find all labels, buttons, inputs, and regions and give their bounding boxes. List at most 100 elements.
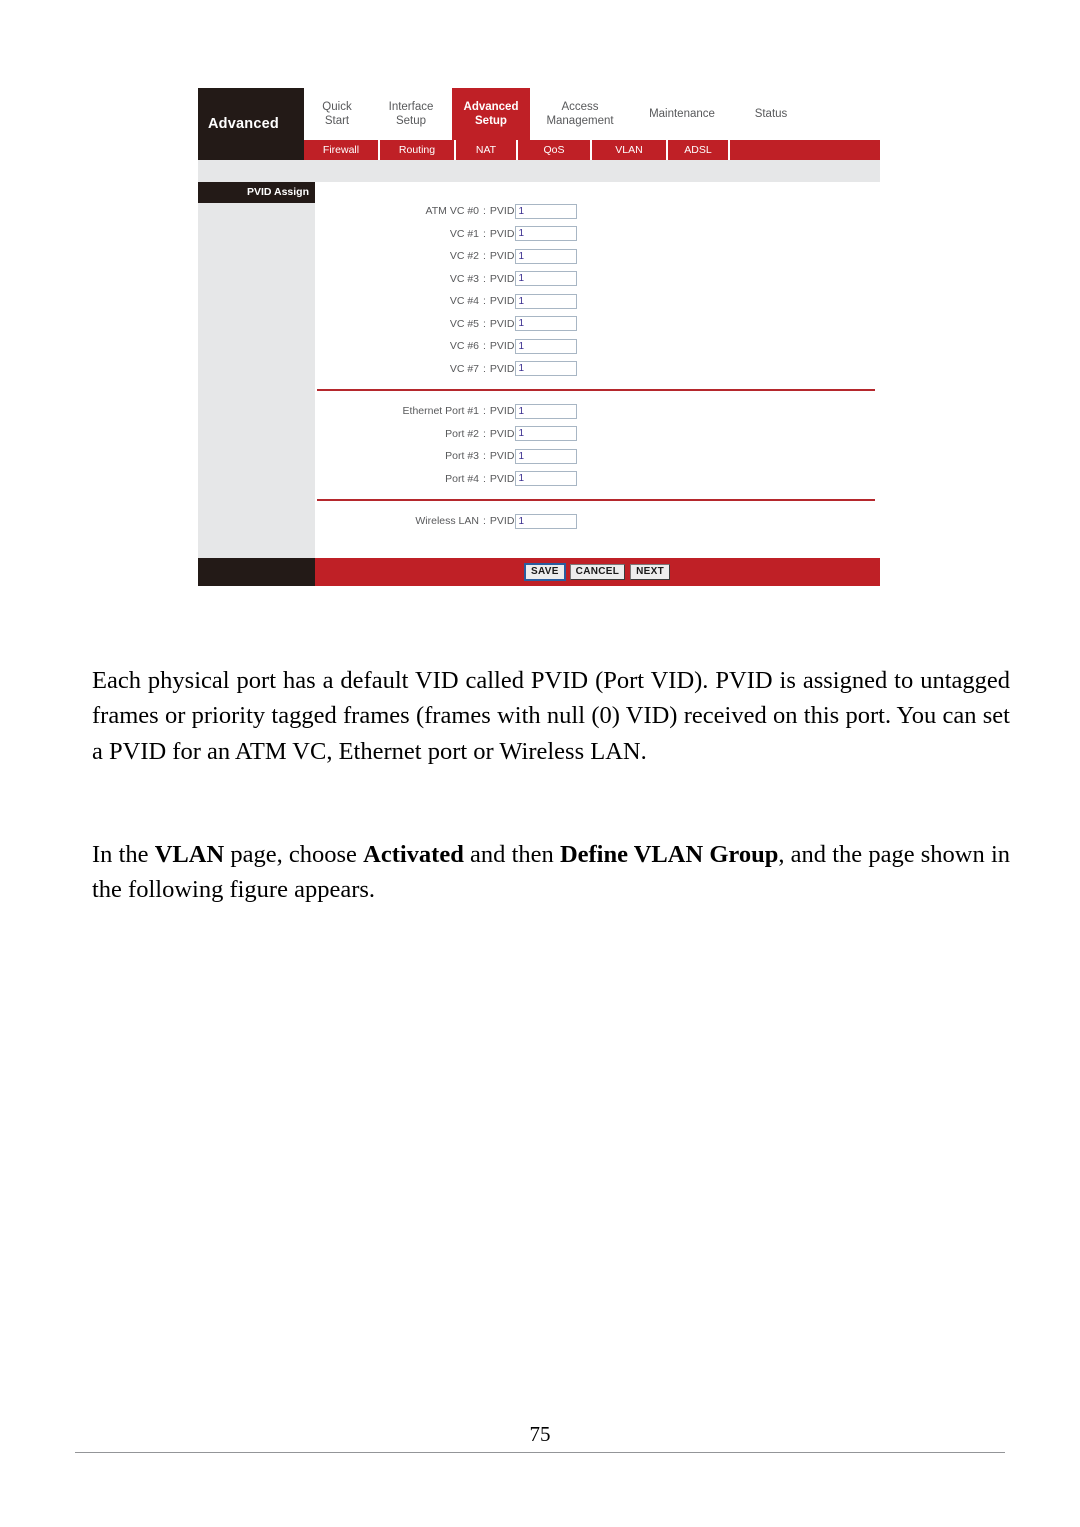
pvid-row-label: Port #2 xyxy=(445,427,479,440)
primary-navigation-bar: Advanced Quick Start Interface Setup Adv… xyxy=(198,88,880,140)
tab-interface-setup-line2: Setup xyxy=(395,115,427,127)
pvid-row: VC #6 : PVID xyxy=(315,335,880,358)
pvid-row-separator: : xyxy=(483,362,486,375)
pvid-input-ethernet-port-3[interactable] xyxy=(515,448,578,464)
ethernet-port-group: Ethernet Port #1 : PVID Port #2 : PVID P… xyxy=(315,400,880,490)
section-divider-atm-ethernet xyxy=(317,389,875,391)
pvid-row: VC #7 : PVID xyxy=(315,358,880,381)
pvid-input-vc-5[interactable] xyxy=(515,316,578,332)
pvid-row-label: Port #3 xyxy=(445,450,479,463)
pvid-row: ATM VC #0 : PVID xyxy=(315,200,880,223)
pvid-row-label: VC #2 xyxy=(449,250,479,263)
subtab-adsl[interactable]: ADSL xyxy=(668,140,730,160)
pvid-row: Port #3 : PVID xyxy=(315,445,880,468)
router-content-area: PVID Assign ATM VC #0 : PVID VC #1 : PVI… xyxy=(198,182,880,558)
pvid-row-label: VC #3 xyxy=(449,272,479,285)
subtab-qos[interactable]: QoS xyxy=(518,140,592,160)
pvid-row-tag: PVID xyxy=(489,205,515,218)
pvid-row-label: Wireless LAN xyxy=(415,515,479,528)
pvid-row-tag: PVID xyxy=(489,362,515,375)
primary-tab-list: Quick Start Interface Setup Advanced Set… xyxy=(304,88,880,140)
paragraph-pvid-description: Each physical port has a default VID cal… xyxy=(92,666,1010,765)
pvid-row-separator: : xyxy=(483,450,486,463)
pvid-row: VC #2 : PVID xyxy=(315,245,880,268)
para2-segment-3: and then xyxy=(463,840,560,868)
pvid-row: VC #4 : PVID xyxy=(315,290,880,313)
pvid-row-label: ATM VC #0 xyxy=(425,205,479,218)
pvid-row: VC #3 : PVID xyxy=(315,268,880,291)
pvid-input-atm-vc-0[interactable] xyxy=(515,203,578,219)
pvid-row-tag: PVID xyxy=(489,405,515,418)
subtab-nat[interactable]: NAT xyxy=(456,140,518,160)
pvid-row-separator: : xyxy=(483,205,486,218)
pvid-input-vc-6[interactable] xyxy=(515,338,578,354)
subtab-filler xyxy=(730,140,880,160)
pvid-input-vc-7[interactable] xyxy=(515,361,578,377)
tab-status[interactable]: Status xyxy=(734,88,808,140)
pvid-row-tag: PVID xyxy=(489,317,515,330)
pvid-row-separator: : xyxy=(483,427,486,440)
pvid-input-vc-4[interactable] xyxy=(515,293,578,309)
pvid-row: Port #2 : PVID xyxy=(315,423,880,446)
pvid-row-label: VC #4 xyxy=(449,295,479,308)
pvid-input-vc-2[interactable] xyxy=(515,248,578,264)
pvid-row-separator: : xyxy=(483,295,486,308)
tab-status-line1: Status xyxy=(754,107,788,120)
section-divider-ethernet-wireless xyxy=(317,499,875,501)
pvid-row-label: VC #5 xyxy=(449,317,479,330)
pvid-input-ethernet-port-2[interactable] xyxy=(515,426,578,442)
content-top-strip xyxy=(198,160,880,182)
pvid-row: Port #4 : PVID xyxy=(315,468,880,491)
subtab-routing[interactable]: Routing xyxy=(380,140,456,160)
tab-advanced-setup-line1: Advanced xyxy=(463,100,519,113)
pvid-input-vc-3[interactable] xyxy=(515,271,578,287)
pvid-row: VC #1 : PVID xyxy=(315,223,880,246)
pvid-row-label: VC #6 xyxy=(449,340,479,353)
atm-vc-group: ATM VC #0 : PVID VC #1 : PVID VC #2 : PV… xyxy=(315,200,880,380)
secondary-navigation-bar: Firewall Routing NAT QoS VLAN ADSL xyxy=(198,140,880,160)
pvid-input-wireless-lan[interactable] xyxy=(515,513,578,529)
tab-access-management[interactable]: Access Management xyxy=(530,88,630,140)
tab-interface-setup[interactable]: Interface Setup xyxy=(370,88,452,140)
subtab-firewall[interactable]: Firewall xyxy=(304,140,380,160)
cancel-button[interactable]: CANCEL xyxy=(569,563,626,581)
pvid-row-separator: : xyxy=(483,515,486,528)
tab-interface-setup-line1: Interface xyxy=(388,100,434,113)
pvid-row-separator: : xyxy=(483,340,486,353)
para2-bold-define-vlan-group: Define VLAN Group xyxy=(559,840,779,868)
sidebar-section-title: PVID Assign xyxy=(198,182,315,203)
pvid-row-separator: : xyxy=(483,472,486,485)
tab-quick-start-line2: Start xyxy=(324,115,350,127)
paragraph-vlan-instruction: In the VLAN page, choose Activated and t… xyxy=(92,837,1010,908)
subtab-vlan[interactable]: VLAN xyxy=(592,140,668,160)
pvid-row-tag: PVID xyxy=(489,340,515,353)
pvid-row-tag: PVID xyxy=(489,472,515,485)
pvid-input-ethernet-port-4[interactable] xyxy=(515,471,578,487)
tab-maintenance[interactable]: Maintenance xyxy=(630,88,734,140)
sidebar-filler xyxy=(198,203,315,558)
tab-advanced-setup[interactable]: Advanced Setup xyxy=(452,88,530,140)
pvid-row-tag: PVID xyxy=(489,427,515,440)
sidebar: PVID Assign xyxy=(198,182,315,558)
tab-quick-start[interactable]: Quick Start xyxy=(304,88,370,140)
pvid-row-label: Port #4 xyxy=(445,472,479,485)
pvid-input-vc-1[interactable] xyxy=(515,226,578,242)
pvid-row-separator: : xyxy=(483,405,486,418)
next-button[interactable]: NEXT xyxy=(630,563,671,581)
pvid-row: Ethernet Port #1 : PVID xyxy=(315,400,880,423)
footer-divider-rule xyxy=(75,1452,1005,1453)
pvid-row-label: VC #7 xyxy=(449,362,479,375)
tab-access-management-line2: Management xyxy=(546,115,614,127)
pvid-row-tag: PVID xyxy=(489,450,515,463)
secondary-tab-list: Firewall Routing NAT QoS VLAN ADSL xyxy=(304,140,880,160)
para2-bold-vlan: VLAN xyxy=(154,840,225,868)
brand-label: Advanced xyxy=(198,88,304,140)
tab-quick-start-line1: Quick xyxy=(322,100,352,113)
action-bar-sidebar-block xyxy=(198,558,315,586)
pvid-input-ethernet-port-1[interactable] xyxy=(515,403,578,419)
pvid-row-label: Ethernet Port #1 xyxy=(402,405,479,418)
save-button[interactable]: SAVE xyxy=(524,563,565,581)
pvid-row-separator: : xyxy=(483,272,486,285)
pvid-row-tag: PVID xyxy=(489,515,515,528)
pvid-row-tag: PVID xyxy=(489,272,515,285)
